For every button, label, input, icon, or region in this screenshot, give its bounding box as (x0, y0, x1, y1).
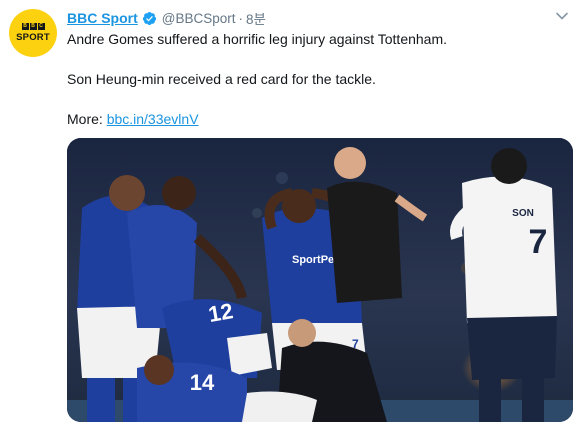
football-injury-photo: SportPesa 7 SON 7 12 14 (67, 138, 573, 422)
handle[interactable]: @BBCSport (162, 11, 236, 26)
svg-text:SON: SON (512, 208, 534, 219)
tweet-header: BBC Sport @BBCSport · 8분 (67, 9, 266, 27)
tweet-text-line-3: More: bbc.in/33evlnV (67, 110, 199, 128)
tweet-photo[interactable]: SportPesa 7 SON 7 12 14 (67, 138, 573, 422)
svg-text:7: 7 (529, 223, 548, 261)
separator-dot: · (238, 10, 244, 26)
tweet-text-line-2: Son Heung-min received a red card for th… (67, 71, 376, 87)
verified-badge-icon (142, 11, 156, 25)
tweet: BBC SPORT BBC Sport @BBCSport · 8분 Andre… (0, 0, 583, 429)
timestamp[interactable]: 8분 (246, 8, 266, 28)
tweet-link[interactable]: bbc.in/33evlnV (107, 111, 199, 127)
tweet-text-line-1: Andre Gomes suffered a horrific leg inju… (67, 31, 448, 47)
more-label: More: (67, 111, 107, 127)
svg-text:12: 12 (206, 298, 234, 327)
svg-text:14: 14 (190, 370, 215, 395)
chevron-down-icon[interactable] (556, 12, 568, 20)
avatar[interactable]: BBC SPORT (9, 9, 57, 57)
avatar-sport-label: SPORT (16, 32, 50, 43)
display-name[interactable]: BBC Sport (67, 10, 138, 26)
bbc-logo: BBC (21, 23, 45, 30)
